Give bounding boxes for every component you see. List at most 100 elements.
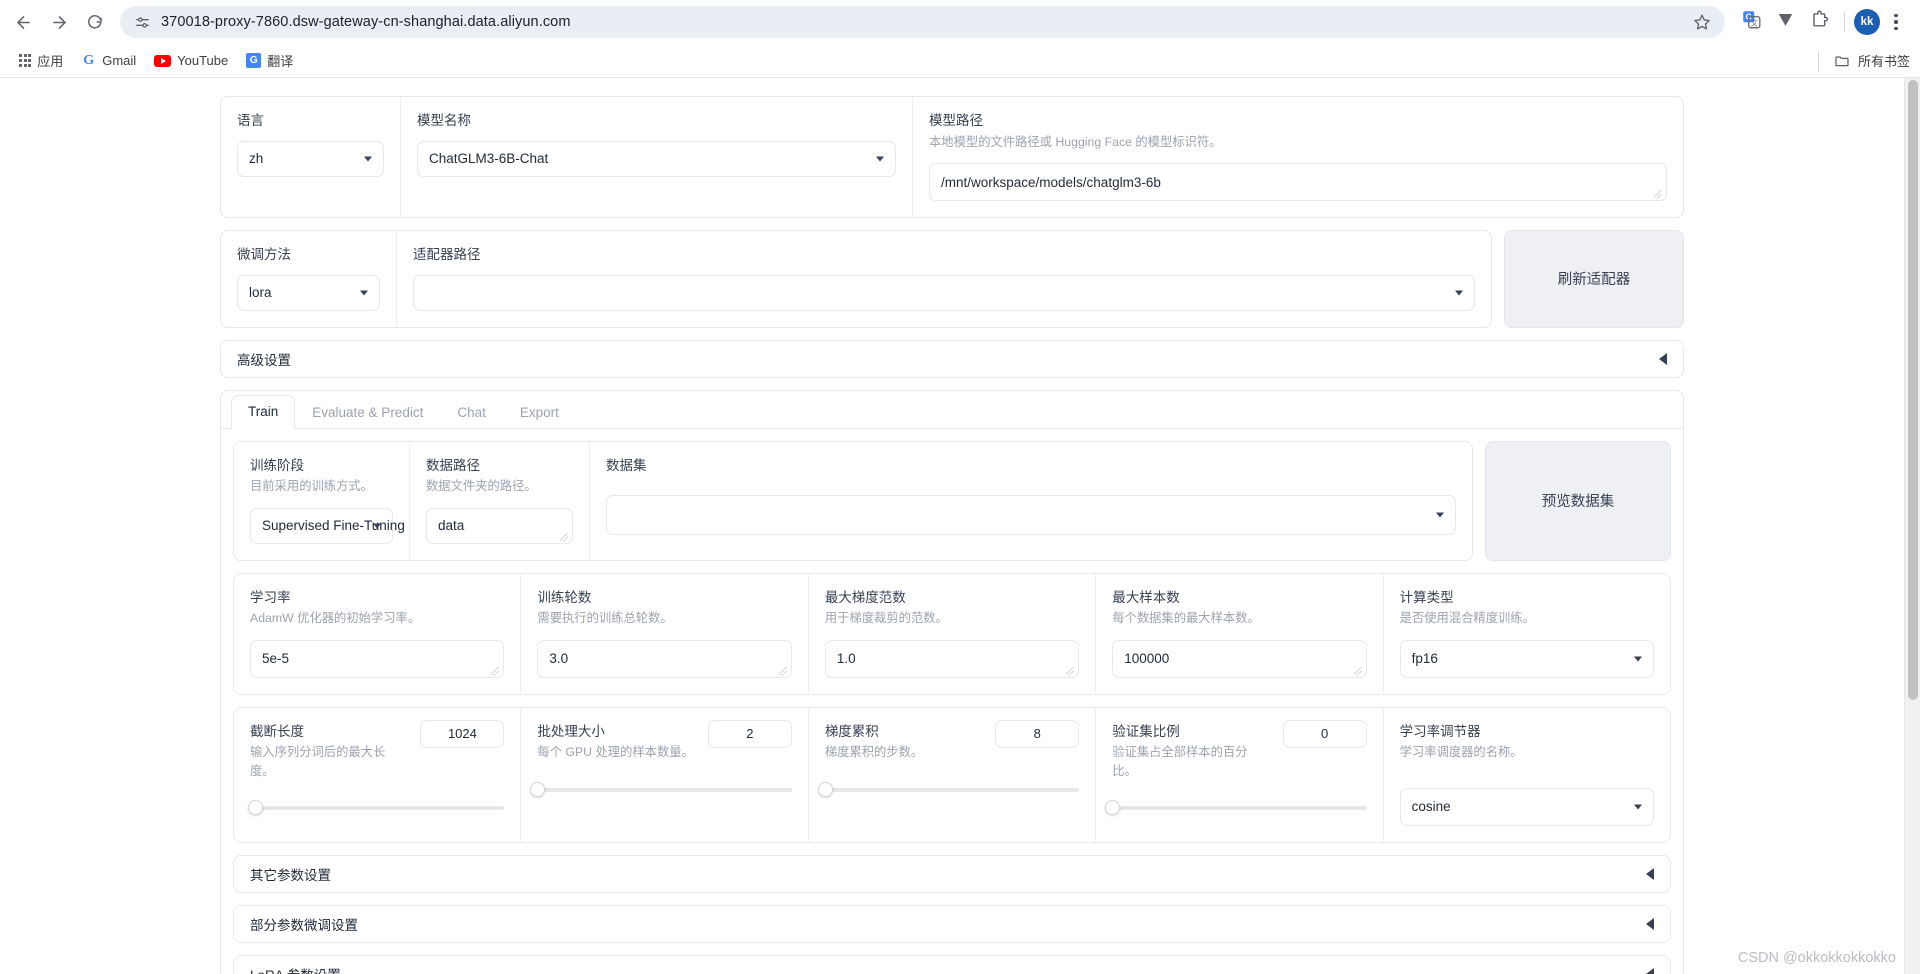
cutoff-length-hint: 输入序列分词后的最大长度。 — [250, 745, 386, 778]
other-params-label: 其它参数设置 — [250, 867, 331, 883]
tab-chat[interactable]: Chat — [440, 396, 503, 429]
grad-accumulation-value[interactable]: 8 — [995, 719, 1080, 748]
resize-handle-icon[interactable] — [491, 666, 501, 676]
max-samples-hint: 每个数据集的最大样本数。 — [1112, 611, 1260, 626]
model-path-label: 模型路径 — [929, 113, 983, 128]
google-translate-icon: G文 — [1742, 10, 1761, 34]
grad-accumulation-label: 梯度累积 — [824, 723, 879, 739]
training-stage-cell: 训练阶段 目前采用的训练方式。 Supervised Fine-Tuning — [234, 441, 410, 560]
chevron-down-icon — [373, 523, 381, 529]
apps-grid-icon — [19, 54, 32, 67]
forward-button[interactable] — [42, 5, 76, 39]
lr-scheduler-value: cosine — [1411, 799, 1451, 815]
all-bookmarks[interactable]: 所有书签 — [1811, 50, 1910, 71]
bookmark-youtube[interactable]: YouTube — [145, 49, 237, 72]
llama-factory-form: 语言 zh 模型名称 ChatGLM3-6B-Chat 模型路径 本地模型的文件 — [220, 78, 1684, 974]
tab-train[interactable]: Train — [231, 394, 296, 429]
translate-toolbar-button[interactable]: G文 — [1735, 6, 1767, 38]
resize-handle-icon[interactable] — [1354, 666, 1364, 676]
compute-type-value: fp16 — [1411, 651, 1438, 667]
batch-size-slider[interactable] — [530, 781, 792, 798]
other-params-accordion[interactable]: 其它参数设置 — [233, 854, 1671, 893]
page-scroll-area: 语言 zh 模型名称 ChatGLM3-6B-Chat 模型路径 本地模型的文件 — [0, 78, 1904, 974]
dataset-select[interactable] — [606, 495, 1456, 536]
slider-knob[interactable] — [530, 781, 546, 797]
training-stage-select[interactable]: Supervised Fine-Tuning — [250, 507, 405, 544]
learning-rate-cell: 学习率 AdamW 优化器的初始学习率。 5e-5 — [234, 573, 522, 694]
model-name-select[interactable]: ChatGLM3-6B-Chat — [417, 140, 896, 177]
epochs-input[interactable]: 3.0 — [537, 639, 792, 678]
chevron-down-icon — [1634, 656, 1643, 662]
max-grad-norm-label: 最大梯度范数 — [824, 589, 906, 605]
max-samples-input[interactable]: 100000 — [1112, 639, 1367, 678]
advanced-settings-accordion[interactable]: 高级设置 — [220, 339, 1684, 378]
val-size-value[interactable]: 0 — [1282, 719, 1367, 748]
slider-knob[interactable] — [817, 781, 833, 797]
bookmark-apps[interactable]: 应用 — [10, 47, 72, 74]
model-path-hint: 本地模型的文件路径或 Hugging Face 的模型标识符。 — [929, 134, 1222, 149]
lr-scheduler-hint: 学习率调度器的名称。 — [1399, 745, 1523, 760]
resize-handle-icon[interactable] — [1654, 189, 1664, 199]
resize-handle-icon[interactable] — [560, 532, 570, 542]
preview-dataset-button[interactable]: 预览数据集 — [1485, 440, 1671, 561]
val-size-slider[interactable] — [1105, 800, 1367, 816]
vertical-scrollbar[interactable] — [1904, 78, 1920, 974]
svg-text:文: 文 — [1750, 18, 1757, 27]
model-name-value: ChatGLM3-6B-Chat — [429, 151, 549, 167]
chevron-down-icon — [360, 290, 368, 296]
youtube-icon — [154, 54, 172, 67]
compute-type-select[interactable]: fp16 — [1399, 639, 1655, 678]
language-select[interactable]: zh — [237, 140, 384, 177]
max-grad-norm-input[interactable]: 1.0 — [824, 639, 1080, 678]
model-path-value: /mnt/workspace/models/chatglm3-6b — [941, 174, 1161, 190]
translate-icon: G — [246, 53, 262, 68]
model-config-panel: 语言 zh 模型名称 ChatGLM3-6B-Chat 模型路径 本地模型的文件 — [220, 96, 1684, 218]
model-name-label: 模型名称 — [417, 113, 471, 128]
epochs-label: 训练轮数 — [537, 589, 592, 605]
data-dir-value: data — [438, 518, 465, 534]
star-icon[interactable] — [1693, 13, 1713, 31]
data-dir-label: 数据路径 — [426, 457, 480, 473]
learning-rate-input[interactable]: 5e-5 — [250, 639, 505, 678]
batch-size-value[interactable]: 2 — [707, 719, 792, 748]
tab-export[interactable]: Export — [503, 396, 576, 429]
site-settings-icon[interactable] — [134, 14, 151, 31]
back-button[interactable] — [6, 5, 40, 39]
cutoff-length-value[interactable]: 1024 — [420, 719, 505, 748]
bookmark-gmail[interactable]: G Gmail — [72, 49, 145, 72]
address-bar[interactable]: 370018-proxy-7860.dsw-gateway-cn-shangha… — [120, 6, 1725, 38]
refresh-adapters-button[interactable]: 刷新适配器 — [1504, 230, 1684, 328]
kebab-menu-icon[interactable] — [1882, 7, 1910, 37]
slider-knob[interactable] — [248, 800, 264, 815]
lr-scheduler-select[interactable]: cosine — [1399, 787, 1655, 826]
language-cell: 语言 zh — [221, 97, 401, 217]
bookmark-translate[interactable]: G 翻译 — [237, 47, 302, 74]
resize-handle-icon[interactable] — [779, 666, 789, 676]
train-tab-panel: 训练阶段 目前采用的训练方式。 Supervised Fine-Tuning 数… — [221, 429, 1683, 974]
adapter-path-cell: 适配器路径 — [397, 231, 1491, 327]
cutoff-length-slider[interactable] — [248, 800, 505, 816]
partial-finetune-accordion[interactable]: 部分参数微调设置 — [233, 904, 1671, 943]
max-samples-value: 100000 — [1124, 651, 1170, 667]
address-bar-url[interactable]: 370018-proxy-7860.dsw-gateway-cn-shangha… — [161, 14, 1683, 30]
model-path-input[interactable]: /mnt/workspace/models/chatglm3-6b — [929, 163, 1667, 201]
resize-handle-icon[interactable] — [1066, 666, 1076, 676]
avatar[interactable]: kk — [1854, 9, 1880, 35]
v-extension-button[interactable] — [1769, 6, 1801, 38]
scrollbar-thumb[interactable] — [1908, 80, 1918, 700]
val-size-cell: 验证集比例 验证集占全部样本的百分比。 0 — [1096, 707, 1384, 842]
collapse-arrow-icon — [1646, 867, 1654, 880]
data-dir-input[interactable]: data — [426, 507, 573, 544]
adapter-config-panel: 微调方法 lora 适配器路径 — [220, 230, 1492, 328]
training-stage-value: Supervised Fine-Tuning — [262, 518, 405, 534]
adapter-path-select[interactable] — [413, 274, 1475, 311]
finetune-method-select[interactable]: lora — [237, 274, 380, 311]
lora-params-accordion[interactable]: LoRA 参数设置 — [233, 954, 1671, 974]
grad-accumulation-slider[interactable] — [817, 781, 1080, 798]
learning-rate-label: 学习率 — [250, 589, 291, 605]
reload-button[interactable] — [78, 5, 112, 39]
main-tabs: Train Evaluate & Predict Chat Export 训练阶… — [220, 389, 1684, 974]
tab-evaluate-predict[interactable]: Evaluate & Predict — [295, 396, 440, 429]
slider-knob[interactable] — [1105, 800, 1121, 815]
extensions-button[interactable] — [1803, 6, 1835, 38]
